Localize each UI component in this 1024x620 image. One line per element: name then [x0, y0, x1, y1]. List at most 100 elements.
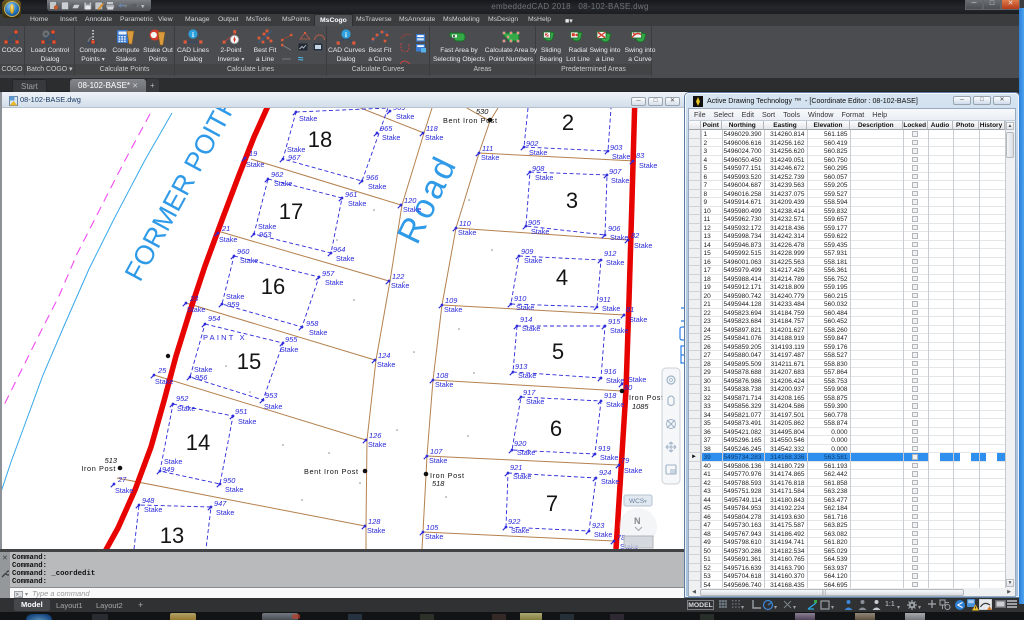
svg-text:Stake: Stake — [529, 148, 547, 157]
svg-text:914: 914 — [520, 315, 532, 324]
svg-text:109: 109 — [445, 296, 457, 305]
svg-text:909: 909 — [521, 247, 533, 256]
svg-text:Stake: Stake — [513, 472, 531, 481]
svg-text:Stake: Stake — [396, 112, 414, 121]
svg-text:Stake: Stake — [444, 305, 462, 314]
svg-text:Stake: Stake — [177, 404, 195, 413]
svg-text:Stake: Stake — [524, 256, 542, 265]
svg-text:518: 518 — [432, 479, 445, 488]
svg-text:Stake: Stake — [435, 380, 453, 389]
svg-text:956: 956 — [195, 373, 208, 382]
svg-text:105: 105 — [426, 523, 439, 532]
svg-text:951: 951 — [235, 407, 247, 416]
svg-text:Stake: Stake — [610, 326, 628, 335]
svg-text:≈: ≈ — [298, 54, 304, 63]
svg-text:902: 902 — [526, 139, 538, 148]
svg-text:922: 922 — [508, 517, 520, 526]
svg-text:Stake: Stake — [429, 456, 447, 465]
svg-text:Stake: Stake — [225, 485, 243, 494]
svg-text:N: N — [634, 516, 641, 526]
svg-text:23: 23 — [189, 294, 199, 303]
svg-text:21: 21 — [221, 224, 230, 233]
svg-text:WCS: WCS — [629, 498, 645, 505]
svg-text:961: 961 — [345, 190, 357, 199]
svg-text:Stake: Stake — [624, 466, 642, 475]
svg-text:530: 530 — [476, 108, 489, 116]
svg-text:111: 111 — [482, 144, 493, 153]
svg-text:▾: ▾ — [124, 4, 127, 9]
svg-text:5: 5 — [552, 339, 564, 364]
svg-text:Stake: Stake — [336, 254, 354, 263]
svg-text:Stake: Stake — [368, 182, 386, 191]
svg-text:924: 924 — [599, 468, 611, 477]
svg-text:120: 120 — [404, 196, 417, 205]
svg-text:Stake: Stake — [481, 153, 499, 162]
svg-text:Stake: Stake — [309, 328, 327, 337]
svg-text:Stake: Stake — [629, 315, 647, 324]
svg-text:7: 7 — [546, 491, 558, 516]
svg-text:965: 965 — [380, 124, 393, 133]
svg-text:▾: ▾ — [644, 499, 647, 505]
svg-text:128: 128 — [368, 517, 381, 526]
svg-text:79: 79 — [621, 456, 629, 465]
svg-text:Stake: Stake — [403, 205, 421, 214]
svg-text:Stake: Stake — [531, 227, 549, 236]
svg-text:919: 919 — [598, 444, 610, 453]
svg-text:911: 911 — [599, 295, 611, 304]
svg-text:Stake: Stake — [216, 508, 234, 517]
svg-text:124: 124 — [378, 351, 390, 360]
svg-text:Stake: Stake — [458, 228, 476, 237]
svg-text:Stake: Stake — [594, 530, 612, 539]
svg-text:18: 18 — [308, 127, 332, 152]
svg-text:920: 920 — [514, 439, 527, 448]
svg-text:955: 955 — [285, 335, 298, 344]
svg-text:Stake: Stake — [280, 345, 298, 354]
svg-text:80: 80 — [624, 383, 633, 392]
svg-text:126: 126 — [369, 431, 382, 440]
svg-text:947: 947 — [214, 499, 227, 508]
svg-text:Stake: Stake — [612, 152, 630, 161]
svg-text:Stake: Stake — [382, 133, 400, 142]
svg-text:921: 921 — [510, 463, 522, 472]
svg-text:908: 908 — [532, 164, 545, 173]
svg-text:954: 954 — [208, 314, 220, 323]
svg-text:Stake: Stake — [425, 532, 443, 541]
svg-text:Stake: Stake — [601, 477, 619, 486]
svg-text:i: i — [192, 31, 194, 39]
svg-text:▾: ▾ — [141, 4, 145, 11]
svg-text:Stake: Stake — [348, 199, 366, 208]
svg-text:Stake: Stake — [634, 241, 652, 250]
svg-text:967: 967 — [288, 153, 301, 162]
svg-text:Stake: Stake — [526, 397, 544, 406]
svg-text:▾: ▾ — [136, 4, 139, 9]
svg-text:Stake: Stake — [611, 176, 629, 185]
svg-text:Stake: Stake — [240, 256, 258, 265]
svg-text:953: 953 — [265, 391, 278, 400]
svg-text:Stake: Stake — [246, 160, 264, 169]
svg-text:Stake: Stake — [600, 453, 618, 462]
svg-text:Stake: Stake — [187, 305, 205, 314]
svg-text:2: 2 — [562, 110, 574, 135]
svg-text:949: 949 — [162, 465, 174, 474]
svg-text:83: 83 — [636, 151, 645, 160]
svg-text:959: 959 — [227, 300, 239, 309]
svg-text:Stake: Stake — [238, 417, 256, 426]
svg-text:948: 948 — [142, 496, 155, 505]
svg-text:Stake: Stake — [115, 486, 133, 495]
svg-text:963: 963 — [259, 230, 272, 239]
svg-text:Stake: Stake — [425, 133, 443, 142]
svg-text:25: 25 — [157, 366, 167, 375]
svg-text:958: 958 — [306, 319, 319, 328]
svg-text:950: 950 — [223, 476, 236, 485]
svg-text:118: 118 — [426, 124, 439, 133]
svg-text:906: 906 — [608, 224, 621, 233]
svg-text:14: 14 — [186, 430, 210, 455]
svg-text:Stake: Stake — [155, 377, 173, 386]
svg-text:910: 910 — [514, 294, 527, 303]
svg-text:915: 915 — [608, 317, 621, 326]
svg-text:Stake: Stake — [368, 440, 386, 449]
svg-text:3: 3 — [566, 188, 578, 213]
svg-text:923: 923 — [592, 521, 605, 530]
svg-text:Stake: Stake — [144, 505, 162, 514]
svg-text:1085: 1085 — [632, 402, 649, 411]
